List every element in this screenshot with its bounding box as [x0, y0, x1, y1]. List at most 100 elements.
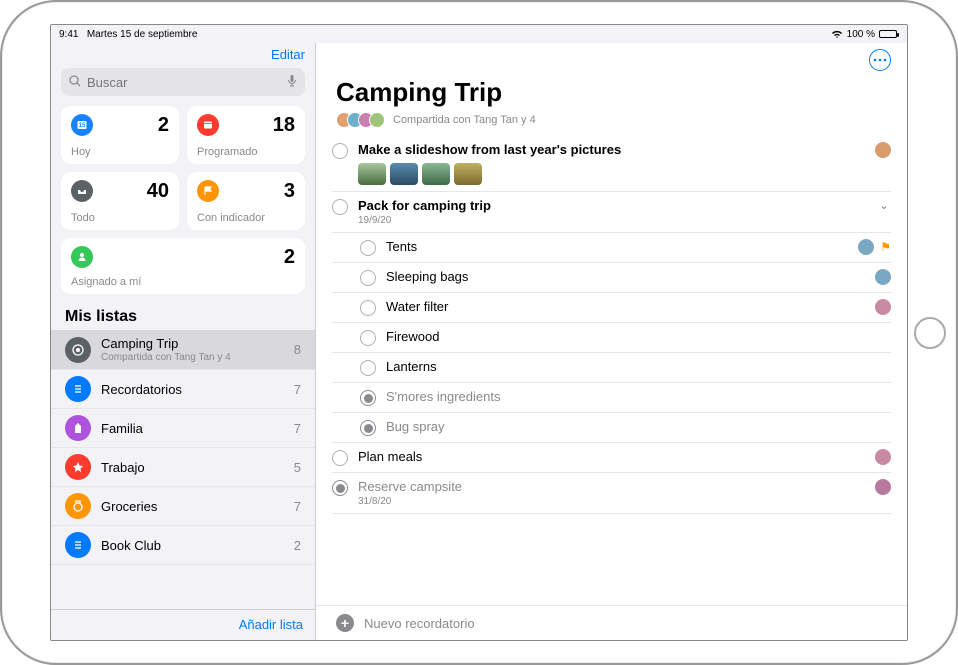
attachment-thumbnails[interactable]: [358, 163, 865, 185]
assignee-avatar: [875, 142, 891, 158]
list-color-icon: [65, 454, 91, 480]
my-lists-header: Mis listas: [51, 298, 315, 330]
assignee-avatar: [858, 239, 874, 255]
shared-with-row[interactable]: Compartida con Tang Tan y 4: [316, 110, 907, 136]
list-count: 7: [294, 421, 301, 436]
assigned-count: 2: [284, 246, 295, 269]
battery-percent: 100 %: [847, 29, 875, 40]
shared-avatars: [336, 112, 385, 128]
completion-toggle[interactable]: [360, 390, 376, 406]
assigned-label: Asignado a mí: [71, 276, 295, 288]
list-row-trabajo[interactable]: Trabajo 5: [51, 448, 315, 487]
plus-circle-icon: +: [336, 614, 354, 632]
list-title: Camping Trip: [316, 71, 907, 110]
assignee-avatar: [875, 449, 891, 465]
search-icon: [69, 75, 81, 90]
reminder-row[interactable]: Pack for camping trip 19/9/20 ⌄: [332, 192, 891, 233]
reminder-row[interactable]: Plan meals: [332, 443, 891, 473]
reminder-row[interactable]: Reserve campsite31/8/20: [332, 473, 891, 514]
smart-list-all[interactable]: 40 Todo: [61, 172, 179, 230]
smart-list-flagged[interactable]: 3 Con indicador: [187, 172, 305, 230]
reminder-title: Sleeping bags: [386, 269, 865, 284]
scheduled-label: Programado: [197, 146, 295, 158]
subtask-row[interactable]: Water filter: [332, 293, 891, 323]
reminder-title: Make a slideshow from last year's pictur…: [358, 142, 865, 157]
assignee-avatar: [875, 299, 891, 315]
smart-list-assigned[interactable]: 2 Asignado a mí: [61, 238, 305, 294]
reminder-title: Tents: [386, 239, 848, 254]
reminder-title: Firewood: [386, 329, 881, 344]
list-sublabel: Compartida con Tang Tan y 4: [101, 352, 284, 363]
subtask-row[interactable]: Tents⚑: [332, 233, 891, 263]
subtask-row[interactable]: S'mores ingredients: [332, 383, 891, 413]
status-date: Martes 15 de septiembre: [87, 29, 198, 40]
list-name: Familia: [101, 421, 284, 436]
edit-button[interactable]: Editar: [271, 47, 305, 62]
main-panel: Camping Trip Compartida con Tang Tan y 4…: [316, 43, 907, 640]
calendar-today-icon: 15: [71, 114, 93, 136]
list-color-icon: [65, 337, 91, 363]
flag-icon: [197, 180, 219, 202]
list-name: Trabajo: [101, 460, 284, 475]
completion-toggle[interactable]: [332, 143, 348, 159]
assignee-avatar: [875, 479, 891, 495]
subtask-row[interactable]: Firewood: [332, 323, 891, 353]
new-reminder-button[interactable]: + Nuevo recordatorio: [316, 605, 907, 640]
reminder-date: 31/8/20: [358, 496, 865, 507]
reminder-title: Bug spray: [386, 419, 881, 434]
smart-list-scheduled[interactable]: 18 Programado: [187, 106, 305, 164]
list-row-recordatorios[interactable]: Recordatorios 7: [51, 370, 315, 409]
flagged-label: Con indicador: [197, 212, 295, 224]
reminder-title: Lanterns: [386, 359, 881, 374]
reminder-title: Pack for camping trip: [358, 198, 867, 213]
reminder-date: 19/9/20: [358, 215, 867, 226]
chevron-down-icon[interactable]: ⌄: [877, 198, 891, 212]
list-name: Book Club: [101, 538, 284, 553]
flagged-count: 3: [284, 180, 295, 203]
list-color-icon: [65, 376, 91, 402]
list-row-book-club[interactable]: Book Club2: [51, 526, 315, 565]
completion-toggle[interactable]: [360, 330, 376, 346]
search-input[interactable]: [87, 75, 281, 90]
svg-text:15: 15: [79, 123, 86, 129]
add-list-button[interactable]: Añadir lista: [239, 617, 303, 632]
smart-list-today[interactable]: 15 2 Hoy: [61, 106, 179, 164]
today-label: Hoy: [71, 146, 169, 158]
wifi-icon: [831, 29, 843, 39]
completion-toggle[interactable]: [332, 480, 348, 496]
subtask-row[interactable]: Sleeping bags: [332, 263, 891, 293]
completion-toggle[interactable]: [332, 199, 348, 215]
completion-toggle[interactable]: [360, 420, 376, 436]
scheduled-count: 18: [273, 114, 295, 137]
completion-toggle[interactable]: [360, 270, 376, 286]
list-row-camping-trip[interactable]: Camping TripCompartida con Tang Tan y 4 8: [51, 330, 315, 370]
all-label: Todo: [71, 212, 169, 224]
list-color-icon: [65, 532, 91, 558]
sidebar: Editar 15: [51, 43, 316, 640]
reminder-title: Water filter: [386, 299, 865, 314]
status-time: 9:41: [59, 29, 78, 40]
ipad-home-button[interactable]: [914, 317, 946, 349]
list-row-groceries[interactable]: Groceries7: [51, 487, 315, 526]
list-count: 8: [294, 342, 301, 357]
subtask-row[interactable]: Bug spray: [332, 413, 891, 443]
list-name: Recordatorios: [101, 382, 284, 397]
all-count: 40: [147, 180, 169, 203]
dictation-icon[interactable]: [287, 74, 297, 91]
completion-toggle[interactable]: [360, 360, 376, 376]
assignee-avatar: [875, 269, 891, 285]
completion-toggle[interactable]: [360, 240, 376, 256]
list-name: Camping Trip: [101, 336, 284, 351]
list-row-familia[interactable]: Familia 7: [51, 409, 315, 448]
list-count: 5: [294, 460, 301, 475]
more-options-button[interactable]: [869, 49, 891, 71]
subtask-row[interactable]: Lanterns: [332, 353, 891, 383]
list-count: 7: [294, 499, 301, 514]
list-count: 7: [294, 382, 301, 397]
completion-toggle[interactable]: [360, 300, 376, 316]
reminder-row[interactable]: Make a slideshow from last year's pictur…: [332, 136, 891, 192]
list-color-icon: [65, 493, 91, 519]
search-field[interactable]: [61, 68, 305, 96]
completion-toggle[interactable]: [332, 450, 348, 466]
shared-with-label: Compartida con Tang Tan y 4: [393, 114, 536, 126]
